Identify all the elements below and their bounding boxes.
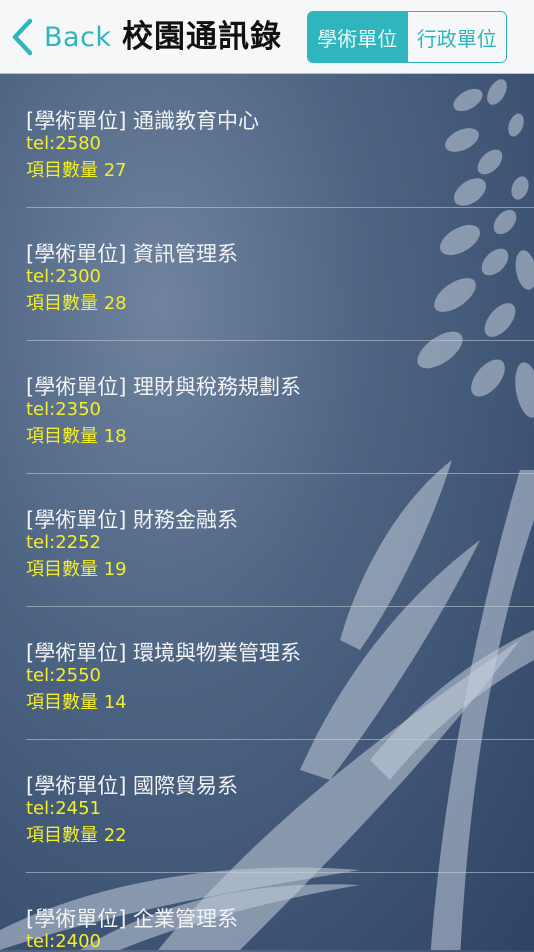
unit-item-count: 項目數量 27: [26, 160, 127, 181]
unit-tel: tel:2451: [26, 798, 102, 819]
unit-item-count: 項目數量 18: [26, 426, 127, 447]
list-item[interactable]: [學術單位] 財務金融系 tel:2252 項目數量 19: [0, 474, 534, 607]
unit-name: [學術單位] 資訊管理系: [26, 242, 239, 266]
navigation-bar: Back 校園通訊錄 學術單位 行政單位: [0, 0, 534, 74]
unit-name: [學術單位] 通識教育中心: [26, 109, 260, 133]
directory-list: [學術單位] 通識教育中心 tel:2580 項目數量 27 [學術單位] 資訊…: [0, 75, 534, 952]
chevron-left-icon: [12, 18, 33, 56]
unit-item-count: 項目數量 28: [26, 293, 127, 314]
unit-name: [學術單位] 理財與稅務規劃系: [26, 375, 302, 399]
list-item[interactable]: [學術單位] 理財與稅務規劃系 tel:2350 項目數量 18: [0, 341, 534, 474]
list-item[interactable]: [學術單位] 企業管理系 tel:2400: [0, 873, 534, 952]
page-title: 校園通訊錄: [122, 19, 282, 55]
unit-name: [學術單位] 國際貿易系: [26, 774, 239, 798]
unit-name: [學術單位] 環境與物業管理系: [26, 641, 302, 665]
list-item[interactable]: [學術單位] 環境與物業管理系 tel:2550 項目數量 14: [0, 607, 534, 740]
unit-type-segmented-control: 學術單位 行政單位: [307, 11, 507, 63]
unit-tel: tel:2400: [26, 931, 102, 952]
list-item[interactable]: [學術單位] 資訊管理系 tel:2300 項目數量 28: [0, 208, 534, 341]
unit-item-count: 項目數量 14: [26, 692, 127, 713]
unit-name: [學術單位] 財務金融系: [26, 508, 239, 532]
unit-tel: tel:2350: [26, 399, 102, 420]
list-item[interactable]: [學術單位] 國際貿易系 tel:2451 項目數量 22: [0, 740, 534, 873]
back-button[interactable]: Back: [10, 14, 112, 60]
unit-tel: tel:2550: [26, 665, 102, 686]
back-label: Back: [44, 21, 112, 53]
list-item[interactable]: [學術單位] 通識教育中心 tel:2580 項目數量 27: [0, 75, 534, 208]
unit-item-count: 項目數量 22: [26, 825, 127, 846]
unit-tel: tel:2580: [26, 133, 102, 154]
unit-tel: tel:2252: [26, 532, 102, 553]
unit-name: [學術單位] 企業管理系: [26, 907, 239, 931]
unit-tel: tel:2300: [26, 266, 102, 287]
unit-item-count: 項目數量 19: [26, 559, 127, 580]
segment-administrative-units[interactable]: 行政單位: [406, 12, 506, 62]
segment-academic-units[interactable]: 學術單位: [308, 12, 407, 62]
